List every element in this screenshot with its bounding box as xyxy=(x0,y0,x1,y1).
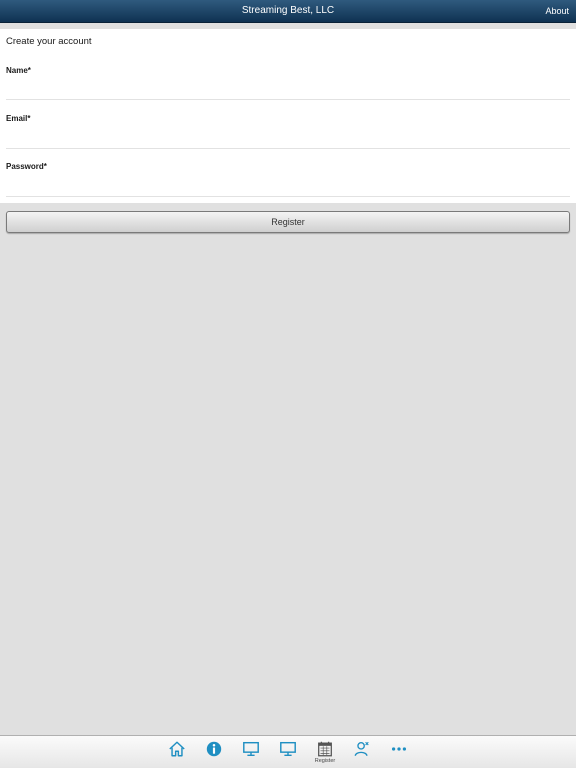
tab-monitor-1[interactable] xyxy=(234,738,268,768)
password-label: Password* xyxy=(6,162,47,171)
info-icon xyxy=(206,741,222,757)
home-icon xyxy=(169,741,185,757)
register-button[interactable]: Register xyxy=(6,211,570,233)
tab-info[interactable] xyxy=(197,738,231,768)
monitor-icon xyxy=(280,741,296,757)
tab-home[interactable] xyxy=(160,738,194,768)
tab-more[interactable] xyxy=(382,738,416,768)
form-heading: Create your account xyxy=(6,36,92,47)
about-button[interactable]: About xyxy=(545,6,569,16)
tab-bar: Register xyxy=(0,735,576,768)
registration-form: Create your account Name* Email* Passwor… xyxy=(0,29,576,203)
tab-user[interactable] xyxy=(345,738,379,768)
navigation-bar: Streaming Best, LLC About xyxy=(0,0,576,23)
tab-monitor-2[interactable] xyxy=(271,738,305,768)
email-label: Email* xyxy=(6,114,31,123)
calendar-icon xyxy=(318,741,332,757)
app-screen: Streaming Best, LLC About Create your ac… xyxy=(0,0,576,768)
more-icon xyxy=(391,747,407,751)
nav-title: Streaming Best, LLC xyxy=(241,5,335,16)
name-field-underline xyxy=(6,99,570,100)
monitor-icon xyxy=(243,741,259,757)
user-icon xyxy=(354,741,369,756)
name-label: Name* xyxy=(6,66,31,75)
password-input[interactable] xyxy=(6,175,570,193)
email-field-underline xyxy=(6,148,570,149)
email-input[interactable] xyxy=(6,127,570,145)
password-field-underline xyxy=(6,196,570,197)
tab-register[interactable]: Register xyxy=(308,738,342,768)
name-input[interactable] xyxy=(6,79,570,97)
tab-label: Register xyxy=(314,758,336,764)
